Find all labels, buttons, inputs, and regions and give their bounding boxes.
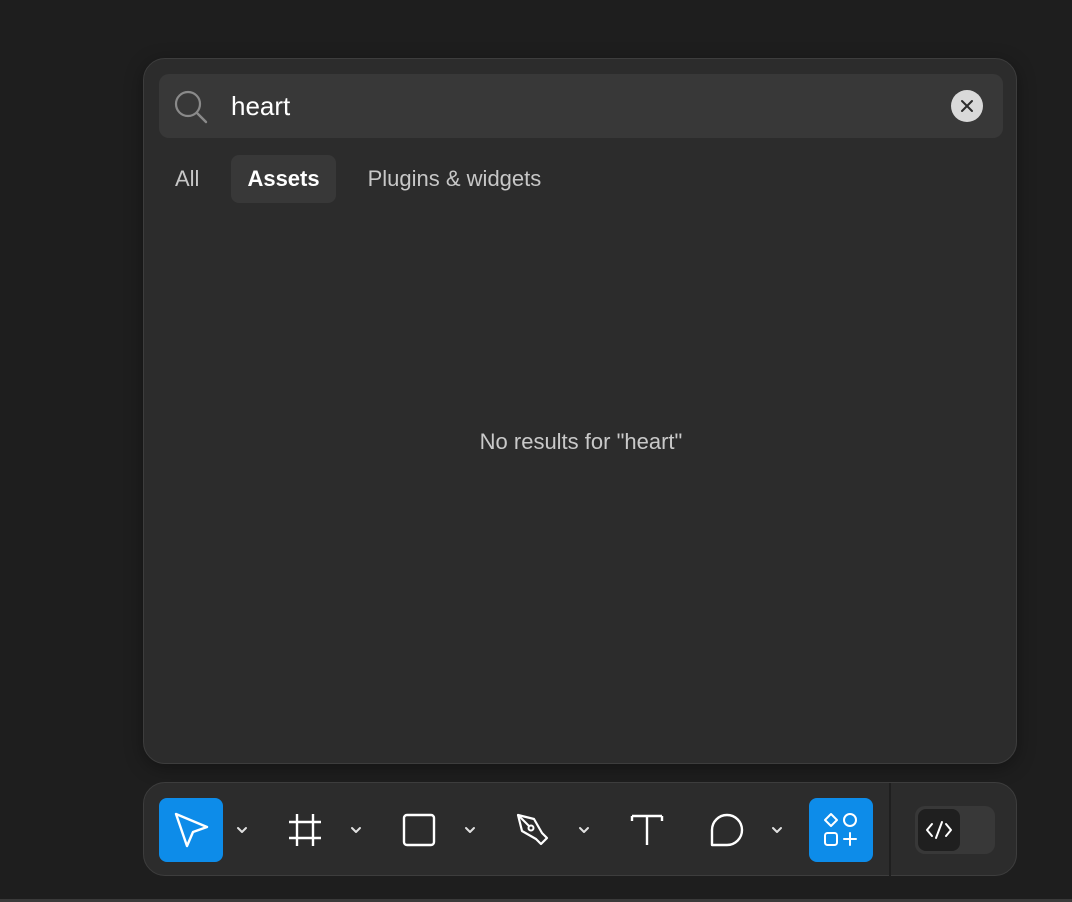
- chevron-down-icon: [579, 827, 589, 833]
- tab-plugins-widgets[interactable]: Plugins & widgets: [352, 155, 558, 203]
- rectangle-icon: [402, 813, 436, 847]
- search-panel: All Assets Plugins & widgets No results …: [143, 58, 1017, 764]
- text-icon: [630, 814, 664, 845]
- move-arrow-icon: [174, 812, 209, 848]
- search-bar: [159, 74, 1003, 138]
- no-results-message: No results for "heart": [479, 429, 683, 454]
- bottom-toolbar: [143, 782, 1017, 877]
- search-input[interactable]: [229, 84, 933, 128]
- chevron-down-icon: [465, 827, 475, 833]
- move-tool-dropdown[interactable]: [232, 820, 252, 840]
- tab-all[interactable]: All: [159, 155, 215, 203]
- dev-mode-toggle-knob: [918, 809, 960, 851]
- search-tabs: All Assets Plugins & widgets: [159, 155, 557, 203]
- frame-hash-icon: [289, 814, 321, 846]
- text-tool-button[interactable]: [615, 798, 679, 862]
- code-icon: [926, 821, 952, 839]
- resources-icon: [824, 813, 857, 846]
- move-tool-button[interactable]: [159, 798, 223, 862]
- shape-tool-dropdown[interactable]: [460, 820, 480, 840]
- chevron-down-icon: [351, 827, 361, 833]
- search-icon: [173, 89, 209, 125]
- comment-icon: [710, 813, 744, 847]
- close-icon: [961, 100, 973, 112]
- tab-assets[interactable]: Assets: [231, 155, 336, 203]
- frame-tool-button[interactable]: [273, 798, 337, 862]
- pen-icon: [516, 813, 549, 846]
- pen-tool-dropdown[interactable]: [574, 820, 594, 840]
- resources-tool-button[interactable]: [809, 798, 873, 862]
- clear-search-button[interactable]: [951, 90, 983, 122]
- pen-tool-button[interactable]: [501, 798, 565, 862]
- chevron-down-icon: [237, 827, 247, 833]
- dev-mode-toggle[interactable]: [915, 806, 995, 854]
- frame-tool-dropdown[interactable]: [346, 820, 366, 840]
- comment-tool-button[interactable]: [695, 798, 759, 862]
- chevron-down-icon: [772, 827, 782, 833]
- shape-tool-button[interactable]: [387, 798, 451, 862]
- toolbar-divider: [889, 783, 891, 877]
- comment-tool-dropdown[interactable]: [767, 820, 787, 840]
